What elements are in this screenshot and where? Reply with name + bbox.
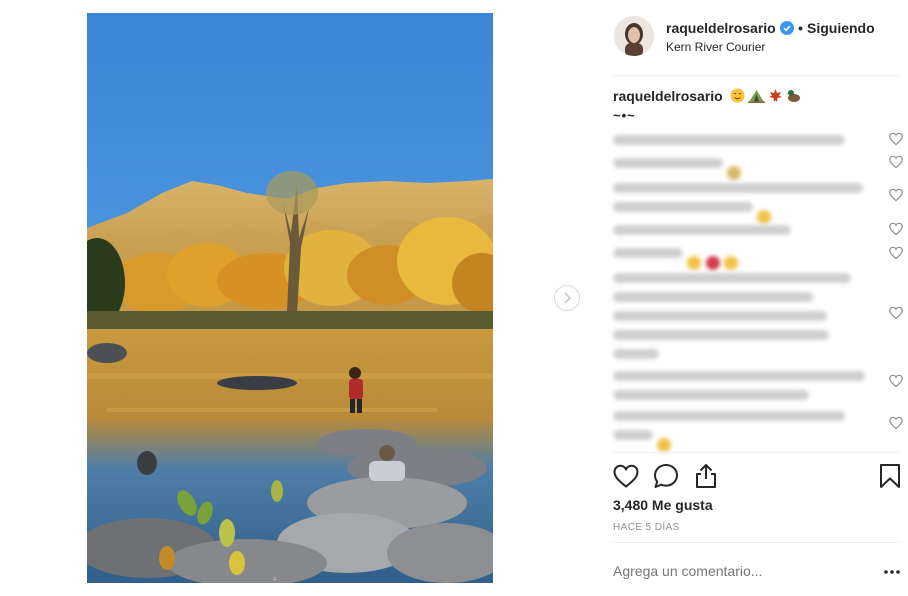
comment-heart-icon[interactable] [889,246,903,260]
post-photo[interactable] [87,13,493,583]
blurred-comment-text [613,349,659,359]
list-item [613,248,893,272]
blurred-comment-text [613,273,851,283]
actions-divider [612,452,900,453]
caption-username[interactable]: raqueldelrosario [613,88,723,104]
duck-icon [785,90,800,102]
list-item [613,411,893,454]
blurred-emoji [727,165,742,180]
list-item [613,273,893,368]
blurred-emoji [705,255,720,270]
blurred-comment-text [613,311,827,321]
blurred-comment-text [613,330,829,340]
blurred-comment-text [613,158,723,168]
camping-tent-icon [747,90,765,103]
separator-dot: • [798,20,803,36]
post-location[interactable]: Kern River Courier [666,40,765,54]
ellipsis-icon[interactable] [882,566,902,578]
list-item [613,135,893,154]
add-comment-input[interactable] [613,563,863,579]
blurred-comment-text [613,248,683,258]
list-item [613,183,893,226]
chevron-right-icon [564,292,572,304]
comment-heart-icon[interactable] [889,188,903,202]
caption: raqueldelrosario [613,88,801,104]
following-button[interactable]: Siguiendo [807,20,875,36]
comment-heart-icon[interactable] [889,306,903,320]
blurred-emoji [687,255,702,270]
blurred-comment-text [613,183,863,193]
comments-list [612,128,908,452]
post-username[interactable]: raqueldelrosario [666,20,776,36]
comment-bubble-icon[interactable] [652,462,680,490]
share-icon[interactable] [692,462,720,490]
carousel-dot-active [273,577,277,581]
blurred-emoji [724,255,739,270]
comment-heart-icon[interactable] [889,374,903,388]
blurred-comment-text [613,292,813,302]
list-item [613,158,893,182]
blurred-comment-text [613,411,845,421]
list-item [613,371,893,409]
likes-count[interactable]: 3,480 Me gusta [613,497,713,513]
blurred-emoji [757,209,772,224]
blurred-comment-text [613,135,845,145]
blurred-comment-text [613,430,653,440]
bookmark-icon[interactable] [876,462,904,490]
comment-heart-icon[interactable] [889,222,903,236]
blurred-emoji [657,437,672,452]
caption-second-line: ~•~ [613,108,636,123]
post-details-panel: raqueldelrosario • Siguiendo Kern River … [612,0,908,596]
blurred-comment-text [613,225,791,235]
blurred-comment-text [613,371,865,381]
avatar[interactable] [614,16,654,56]
comment-heart-icon[interactable] [889,155,903,169]
heart-icon[interactable] [612,462,640,490]
smiling-face-icon [730,88,745,103]
header-divider [612,75,900,76]
post-actions [612,462,908,492]
blurred-comment-text [613,202,753,212]
post-header: raqueldelrosario • Siguiendo Kern River … [612,14,902,60]
verified-badge-icon [780,21,794,35]
post-timestamp[interactable]: HACE 5 DÍAS [613,522,680,533]
maple-leaf-icon [768,89,782,102]
comment-box-divider [612,542,900,543]
comment-heart-icon[interactable] [889,416,903,430]
avatar-photo [614,16,654,56]
blurred-comment-text [613,390,809,400]
photo-river-landscape [87,13,493,583]
list-item [613,225,893,244]
next-photo-button[interactable] [554,285,580,311]
caption-emojis [730,88,801,103]
comment-heart-icon[interactable] [889,132,903,146]
